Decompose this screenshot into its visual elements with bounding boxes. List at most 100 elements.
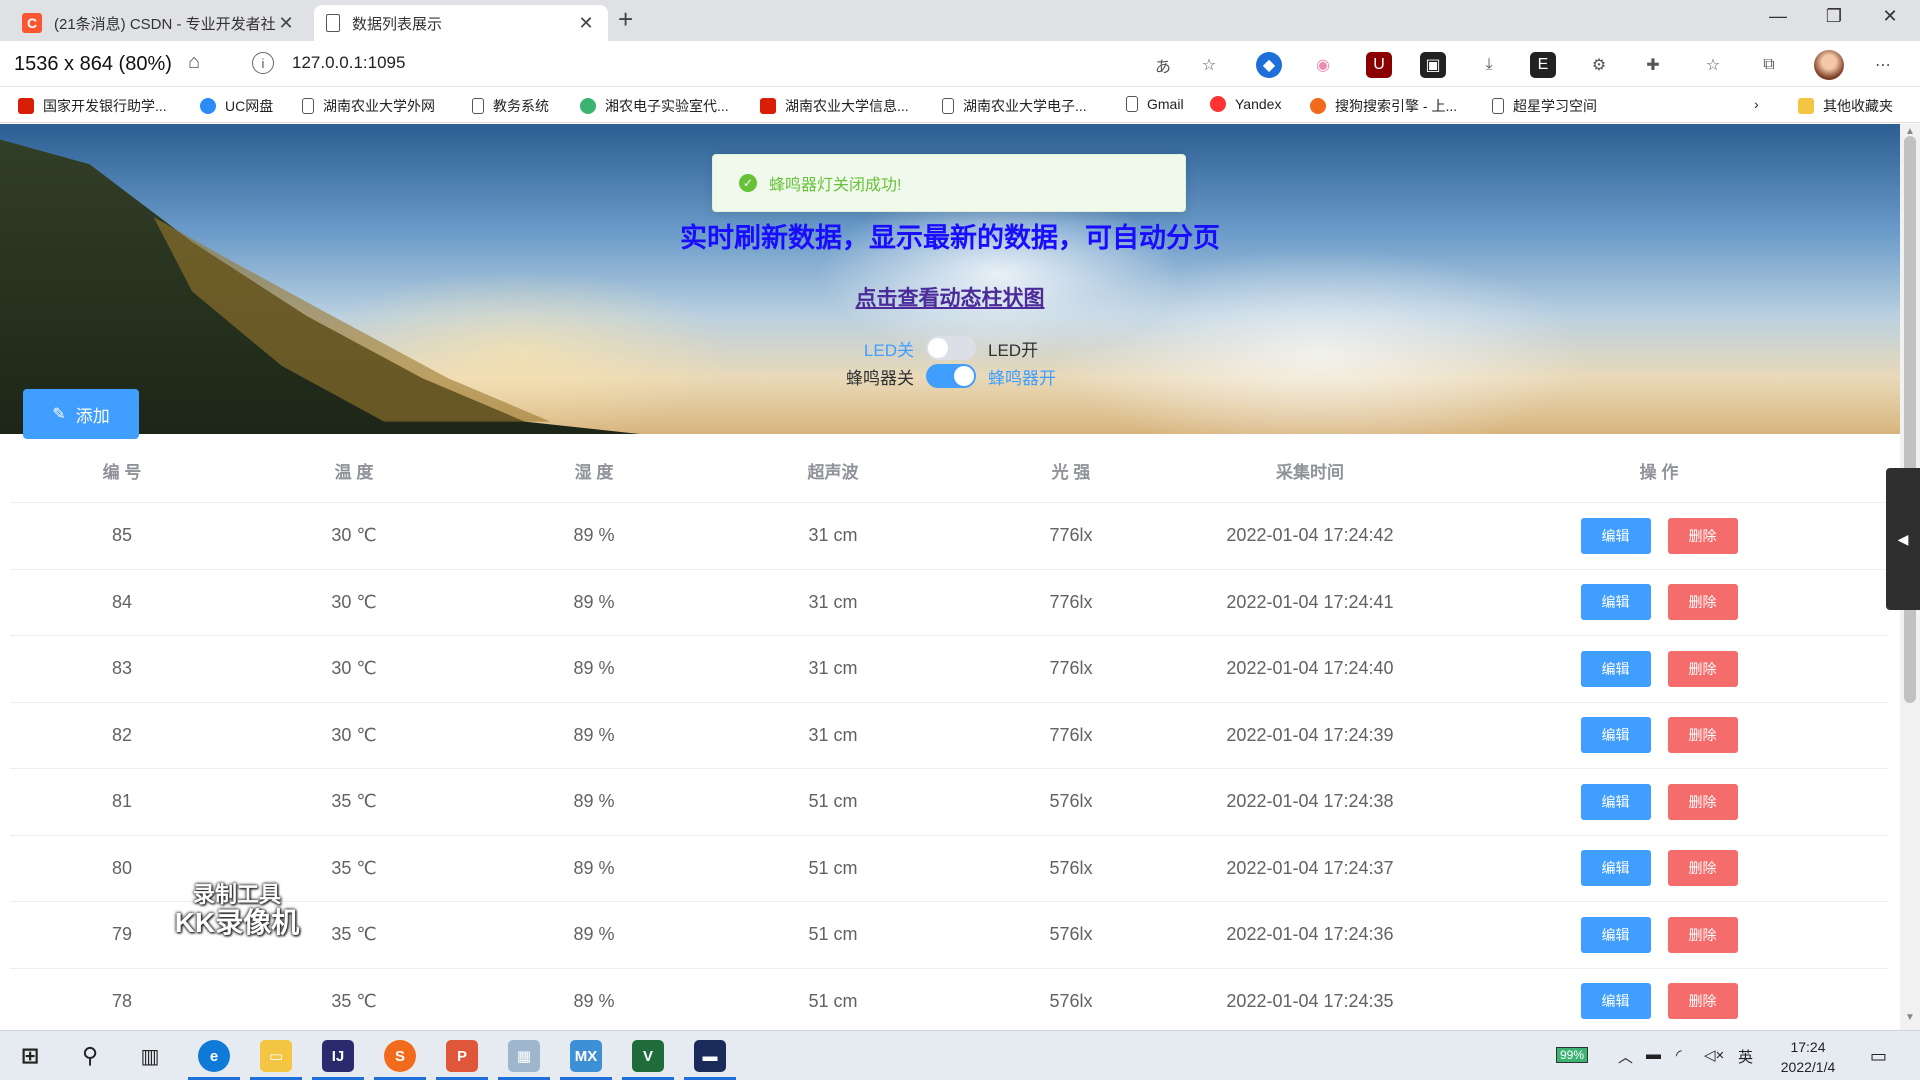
terminal-app-icon[interactable]: ▬ bbox=[694, 1040, 726, 1072]
close-window-icon[interactable]: ✕ bbox=[1870, 6, 1910, 27]
edit-button[interactable]: 编辑 bbox=[1580, 850, 1651, 887]
windows-start-icon[interactable]: ⊞ bbox=[14, 1040, 46, 1072]
delete-button[interactable]: 删除 bbox=[1667, 517, 1738, 554]
delete-button[interactable]: 删除 bbox=[1667, 783, 1738, 820]
task-view-icon[interactable]: ▥ bbox=[134, 1040, 166, 1072]
close-tab-icon[interactable]: ✕ bbox=[576, 13, 596, 34]
home-icon[interactable]: ⌂ bbox=[188, 51, 200, 74]
wifi-icon[interactable]: ◜ bbox=[1676, 1046, 1682, 1064]
profile-avatar[interactable] bbox=[1814, 50, 1844, 80]
edit-button[interactable]: 编辑 bbox=[1580, 983, 1651, 1020]
input-method-indicator[interactable]: 英 bbox=[1738, 1046, 1753, 1067]
bookmark-item[interactable]: 湖南农业大学外网 bbox=[302, 96, 435, 116]
info-icon[interactable]: i bbox=[252, 52, 274, 74]
edit-button[interactable]: 编辑 bbox=[1580, 650, 1651, 687]
url-text[interactable]: 127.0.0.1:1095 bbox=[292, 53, 405, 73]
bookmark-favicon-icon bbox=[200, 98, 216, 114]
cell-humidity: 89 % bbox=[573, 857, 615, 878]
url-field[interactable]: i 127.0.0.1:1095 bbox=[240, 46, 1240, 80]
bookmark-item[interactable]: Gmail bbox=[1126, 96, 1184, 112]
minimize-icon[interactable]: — bbox=[1758, 6, 1798, 27]
bookmark-item[interactable]: 湘农电子实验室代... bbox=[580, 96, 729, 116]
tab-title: (21条消息) CSDN - 专业开发者社区 bbox=[54, 15, 276, 33]
image-viewer-icon[interactable]: ▦ bbox=[508, 1040, 540, 1072]
mx-app-icon[interactable]: MX bbox=[570, 1040, 602, 1072]
more-menu-icon[interactable]: ⋯ bbox=[1870, 52, 1896, 78]
led-switch[interactable] bbox=[926, 336, 976, 360]
scroll-down-arrow-icon[interactable]: ▼ bbox=[1905, 1012, 1915, 1023]
v-app-icon[interactable]: V bbox=[632, 1040, 664, 1072]
bookmark-item[interactable]: Yandex bbox=[1210, 96, 1281, 112]
puzzle-badge-icon[interactable]: ⚙ bbox=[1586, 52, 1612, 78]
ide-app-icon[interactable]: IJ bbox=[322, 1040, 354, 1072]
bookmark-item[interactable]: 教务系统 bbox=[472, 96, 549, 116]
toast-message: 蜂鸣器灯关闭成功! bbox=[769, 177, 902, 194]
led-on-label: LED开 bbox=[988, 340, 1039, 360]
tab-csdn[interactable]: C (21条消息) CSDN - 专业开发者社区 ✕ bbox=[10, 5, 308, 41]
delete-button[interactable]: 删除 bbox=[1667, 916, 1738, 953]
cell-ultrasonic: 31 cm bbox=[808, 724, 858, 745]
delete-button[interactable]: 删除 bbox=[1667, 584, 1738, 621]
page-icon bbox=[472, 98, 484, 114]
edit-button[interactable]: 编辑 bbox=[1580, 584, 1651, 621]
side-panel-toggle[interactable]: ◀ bbox=[1886, 468, 1920, 610]
check-circle-icon: ✓ bbox=[739, 174, 757, 192]
cat-extension-icon[interactable]: ◉ bbox=[1310, 52, 1336, 78]
favorite-star-icon[interactable]: ☆ bbox=[1196, 52, 1222, 78]
restore-icon[interactable]: ❐ bbox=[1814, 6, 1854, 27]
new-tab-icon[interactable]: + bbox=[618, 4, 633, 35]
delete-button[interactable]: 删除 bbox=[1667, 850, 1738, 887]
delete-button[interactable]: 删除 bbox=[1667, 983, 1738, 1020]
battery-indicator[interactable]: 99% bbox=[1556, 1047, 1589, 1063]
show-hidden-icons-icon[interactable]: ︿ bbox=[1618, 1046, 1633, 1067]
search-icon[interactable]: ⚲ bbox=[74, 1040, 106, 1072]
reader-extension-icon[interactable]: E bbox=[1530, 52, 1556, 78]
switch-knob bbox=[954, 366, 974, 386]
extension-icon[interactable]: ▣ bbox=[1420, 52, 1446, 78]
bookmark-item[interactable]: 超星学习空间 bbox=[1492, 96, 1597, 116]
favorites-icon[interactable]: ☆ bbox=[1700, 52, 1726, 78]
collections-icon[interactable]: ⧉ bbox=[1756, 52, 1782, 78]
bar-chart-link[interactable]: 点击查看动态柱状图 bbox=[0, 282, 1900, 312]
table-body: 85 30 ℃ 89 % 31 cm 776lx 2022-01-04 17:24:42 编… bbox=[10, 503, 1888, 1030]
other-bookmarks-folder[interactable]: 其他收藏夹 bbox=[1798, 96, 1893, 116]
bookmark-item[interactable]: 国家开发银行助学... bbox=[18, 96, 167, 116]
bookmark-favicon-icon bbox=[760, 98, 776, 114]
buzzer-switch[interactable] bbox=[926, 364, 976, 388]
bookmark-item[interactable]: 湖南农业大学信息... bbox=[760, 96, 909, 116]
cell-actions: 编辑 删除 bbox=[1430, 650, 1888, 687]
close-tab-icon[interactable]: ✕ bbox=[276, 13, 296, 34]
edit-button[interactable]: 编辑 bbox=[1580, 783, 1651, 820]
add-button[interactable]: ✎ 添加 bbox=[23, 389, 139, 439]
tab-data-list[interactable]: 数据列表展示 ✕ bbox=[314, 5, 608, 41]
edit-button[interactable]: 编辑 bbox=[1580, 517, 1651, 554]
battery-icon[interactable]: ▬ bbox=[1646, 1046, 1661, 1063]
shield-extension-icon[interactable]: ◆ bbox=[1256, 52, 1282, 78]
yandex-icon bbox=[1210, 96, 1226, 112]
file-explorer-icon[interactable]: ▭ bbox=[260, 1040, 292, 1072]
scroll-thumb[interactable] bbox=[1904, 136, 1916, 703]
ublock-icon[interactable]: U bbox=[1366, 52, 1392, 78]
delete-button[interactable]: 删除 bbox=[1667, 650, 1738, 687]
edit-button[interactable]: 编辑 bbox=[1580, 717, 1651, 754]
download-icon[interactable]: ⤓ bbox=[1476, 52, 1502, 78]
notification-icon[interactable]: ▭ bbox=[1870, 1046, 1887, 1067]
cell-id: 78 bbox=[111, 990, 133, 1011]
cell-light: 776lx bbox=[1049, 591, 1093, 612]
bookmarks-overflow-chevron-icon[interactable]: › bbox=[1754, 96, 1759, 112]
bookmark-item[interactable]: 搜狗搜索引擎 - 上... bbox=[1310, 96, 1457, 116]
bookmark-item[interactable]: UC网盘 bbox=[200, 96, 273, 116]
cell-light: 576lx bbox=[1049, 924, 1093, 945]
edge-browser-icon[interactable]: e bbox=[198, 1040, 230, 1072]
delete-button[interactable]: 删除 bbox=[1667, 717, 1738, 754]
cell-humidity: 89 % bbox=[573, 525, 615, 546]
extensions-icon[interactable]: ✚ bbox=[1640, 52, 1666, 78]
page-icon bbox=[326, 14, 340, 32]
taskbar-clock[interactable]: 17:24 2022/1/4 bbox=[1770, 1037, 1846, 1077]
volume-muted-icon[interactable]: ◁× bbox=[1704, 1046, 1724, 1064]
pdf-app-icon[interactable]: P bbox=[446, 1040, 478, 1072]
sogou-app-icon[interactable]: S bbox=[384, 1040, 416, 1072]
edit-button[interactable]: 编辑 bbox=[1580, 916, 1651, 953]
bookmark-item[interactable]: 湖南农业大学电子... bbox=[942, 96, 1087, 116]
read-aloud-icon[interactable]: あ bbox=[1150, 52, 1176, 78]
